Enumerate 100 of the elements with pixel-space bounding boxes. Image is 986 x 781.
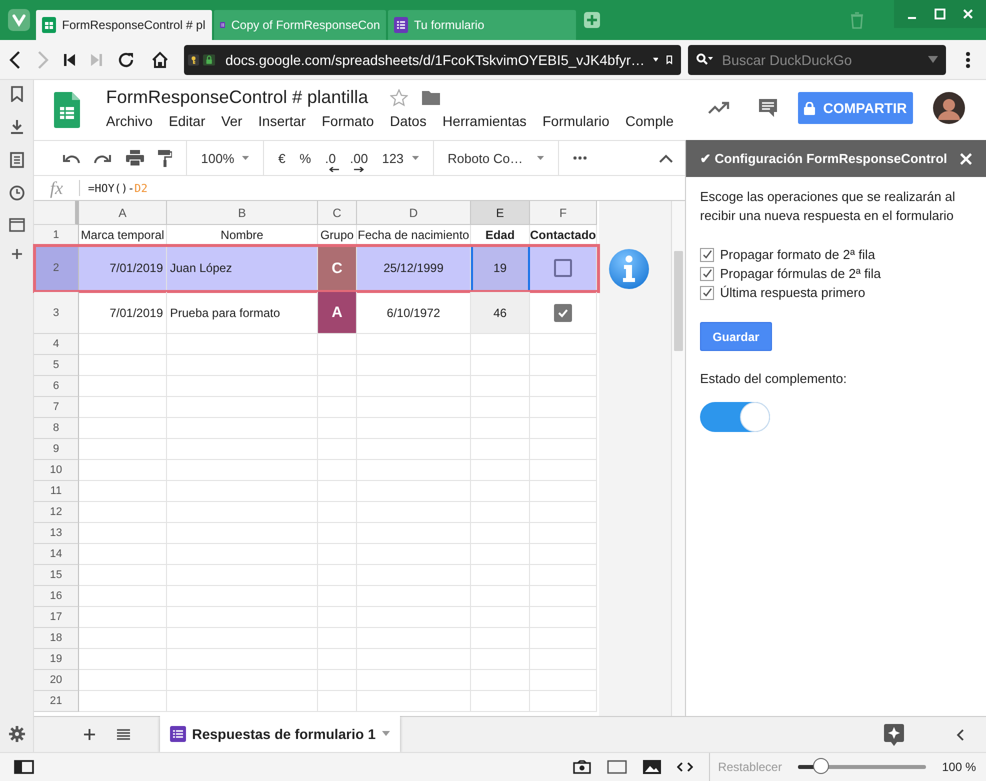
row-number[interactable]: 3 bbox=[34, 292, 79, 334]
row-number[interactable]: 19 bbox=[34, 649, 79, 670]
table-cell[interactable]: 19 bbox=[471, 245, 530, 292]
sheet-tab[interactable]: Respuestas de formulario 1 bbox=[160, 716, 400, 752]
number-format-dropdown[interactable]: 123 bbox=[382, 150, 419, 166]
row-number[interactable]: 4 bbox=[34, 334, 79, 355]
document-title[interactable]: FormResponseControl # plantilla bbox=[106, 87, 368, 108]
avatar[interactable] bbox=[933, 92, 965, 124]
app-logo-icon[interactable] bbox=[8, 9, 30, 31]
formula-field[interactable]: =HOY()-D2 bbox=[88, 182, 148, 194]
panel-toggle-icon[interactable] bbox=[14, 760, 34, 774]
menu-item[interactable]: Editar bbox=[168, 113, 206, 129]
row-number[interactable]: 10 bbox=[34, 460, 79, 481]
checkbox[interactable] bbox=[700, 286, 714, 300]
menu-item[interactable]: Ver bbox=[221, 113, 242, 129]
row-number[interactable]: 1 bbox=[34, 225, 79, 245]
folder-icon[interactable] bbox=[422, 90, 440, 105]
column-header[interactable]: F bbox=[530, 201, 597, 225]
comment-icon[interactable] bbox=[758, 98, 778, 118]
row-number[interactable]: 20 bbox=[34, 670, 79, 691]
menu-item[interactable]: Insertar bbox=[258, 113, 306, 129]
column-header[interactable]: C bbox=[318, 201, 357, 225]
menu-item[interactable]: Archivo bbox=[106, 113, 153, 129]
row-number[interactable]: 12 bbox=[34, 502, 79, 523]
camera-icon[interactable] bbox=[572, 760, 591, 774]
browser-tab[interactable]: FormResponseControl # pl bbox=[36, 10, 212, 40]
trend-icon[interactable] bbox=[708, 101, 730, 115]
home-icon[interactable] bbox=[150, 50, 170, 70]
option-label[interactable]: Propagar formato de 2ª fila bbox=[720, 247, 876, 262]
rewind-icon[interactable] bbox=[64, 52, 76, 66]
checkbox[interactable] bbox=[554, 259, 572, 277]
share-button[interactable]: COMPARTIR bbox=[798, 92, 913, 124]
image-icon[interactable] bbox=[642, 760, 661, 774]
column-header[interactable]: A bbox=[79, 201, 167, 225]
sheet-list-icon[interactable] bbox=[117, 729, 130, 740]
window-icon[interactable] bbox=[8, 218, 24, 232]
table-cell[interactable]: 46 bbox=[471, 292, 530, 334]
font-dropdown[interactable]: Roboto Co… bbox=[448, 150, 544, 166]
search-field[interactable]: Buscar DuckDuckGo bbox=[688, 44, 946, 74]
row-number[interactable]: 16 bbox=[34, 586, 79, 607]
close-icon[interactable] bbox=[960, 152, 972, 164]
scrollbar-thumb[interactable] bbox=[674, 251, 683, 351]
new-tab-icon[interactable] bbox=[584, 12, 600, 28]
code-icon[interactable] bbox=[676, 762, 693, 772]
row-number[interactable]: 2 bbox=[34, 245, 79, 292]
maximize-icon[interactable] bbox=[934, 8, 946, 20]
close-icon[interactable] bbox=[962, 8, 974, 20]
info-icon[interactable] bbox=[607, 248, 651, 292]
save-button[interactable]: Guardar bbox=[700, 322, 772, 351]
row-number[interactable]: 9 bbox=[34, 439, 79, 460]
decrease-decimals-button[interactable]: .0 bbox=[325, 150, 336, 166]
option-label[interactable]: Propagar fórmulas de 2ª fila bbox=[720, 266, 881, 281]
menu-item[interactable]: Comple bbox=[625, 113, 674, 129]
checkbox[interactable] bbox=[700, 266, 714, 280]
bookmark-icon[interactable] bbox=[10, 86, 24, 102]
toggle-switch[interactable] bbox=[700, 402, 770, 432]
add-icon[interactable] bbox=[12, 249, 22, 259]
row-number[interactable]: 14 bbox=[34, 544, 79, 565]
row-number[interactable]: 21 bbox=[34, 691, 79, 712]
paint-format-icon[interactable] bbox=[158, 150, 172, 166]
star-icon[interactable] bbox=[390, 88, 408, 106]
row-number[interactable]: 18 bbox=[34, 628, 79, 649]
more-icon[interactable] bbox=[572, 156, 587, 160]
search-input[interactable]: Buscar DuckDuckGo bbox=[720, 50, 922, 68]
spreadsheet-logo-icon[interactable] bbox=[54, 92, 80, 128]
settings-icon[interactable] bbox=[8, 726, 24, 742]
menu-icon[interactable] bbox=[966, 52, 970, 68]
checkbox[interactable] bbox=[554, 304, 572, 322]
increase-decimals-button[interactable]: .00 bbox=[350, 150, 368, 166]
zoom-slider-thumb[interactable] bbox=[813, 758, 829, 774]
explore-icon[interactable] bbox=[884, 724, 904, 746]
row-number[interactable]: 7 bbox=[34, 397, 79, 418]
row-number[interactable]: 11 bbox=[34, 481, 79, 502]
row-number[interactable]: 15 bbox=[34, 565, 79, 586]
row-number[interactable]: 5 bbox=[34, 355, 79, 376]
option-label[interactable]: Última respuesta primero bbox=[720, 285, 866, 300]
download-icon[interactable] bbox=[10, 119, 24, 135]
collapse-icon[interactable] bbox=[659, 154, 673, 162]
menu-item[interactable]: Formulario bbox=[542, 113, 610, 129]
history-icon[interactable] bbox=[8, 185, 24, 201]
menu-item[interactable]: Formato bbox=[322, 113, 374, 129]
checkbox[interactable] bbox=[700, 248, 714, 262]
address-field[interactable]: docs.google.com/spreadsheets/d/1FcoKTskvimOYEBI5_vJK4bfyr… bbox=[184, 44, 681, 74]
row-number[interactable]: 13 bbox=[34, 523, 79, 544]
column-header[interactable]: E bbox=[471, 201, 530, 225]
zoom-dropdown[interactable]: 100% bbox=[201, 150, 250, 166]
undo-icon[interactable] bbox=[62, 152, 80, 164]
column-header[interactable]: B bbox=[167, 201, 318, 225]
menu-item[interactable]: Datos bbox=[390, 113, 426, 129]
chevron-left-icon[interactable] bbox=[956, 728, 964, 740]
window-icon[interactable] bbox=[606, 760, 627, 774]
back-icon[interactable] bbox=[8, 50, 22, 70]
row-number[interactable]: 6 bbox=[34, 376, 79, 397]
notes-icon[interactable] bbox=[10, 152, 24, 168]
menu-item[interactable]: Herramientas bbox=[442, 113, 526, 129]
print-icon[interactable] bbox=[126, 150, 144, 166]
row-number[interactable]: 8 bbox=[34, 418, 79, 439]
row-number[interactable]: 17 bbox=[34, 607, 79, 628]
redo-icon[interactable] bbox=[94, 152, 112, 164]
currency-button[interactable]: € bbox=[278, 150, 286, 166]
